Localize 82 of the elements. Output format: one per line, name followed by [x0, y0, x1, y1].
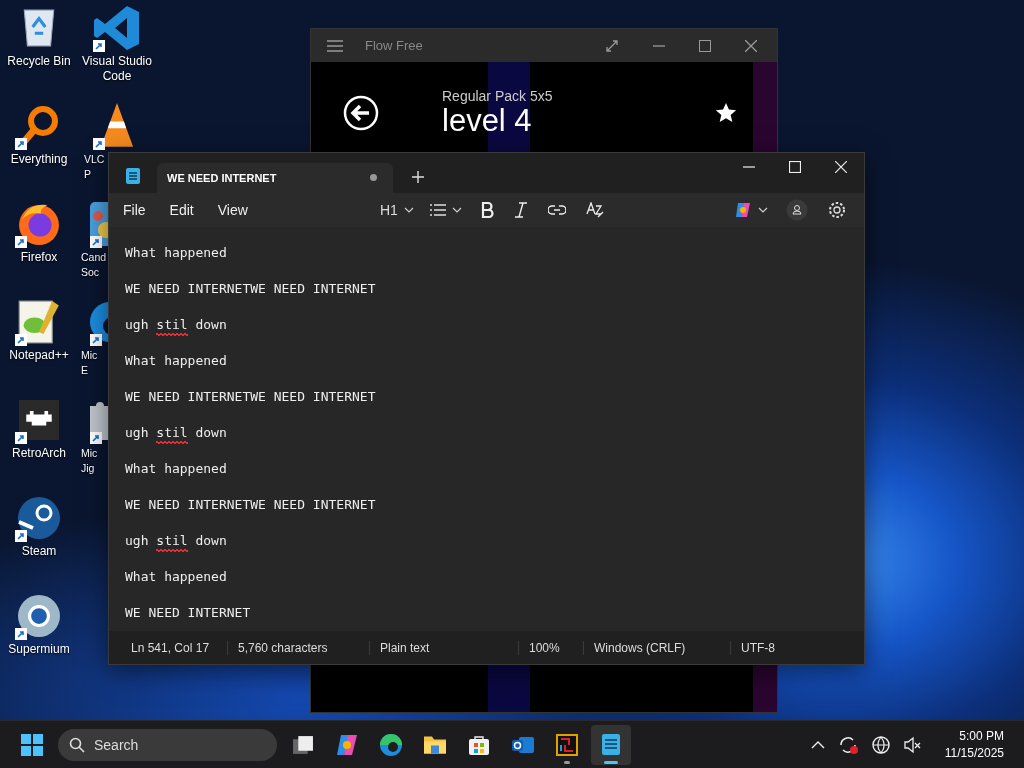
shortcut-label: Mic	[81, 348, 98, 363]
shortcut-label: Visual Studio	[82, 54, 152, 69]
text-line: WE NEED INTERNET	[125, 604, 252, 623]
document-tab[interactable]: WE NEED INTERNET	[157, 162, 393, 193]
text-line: WE NEED INTERNETWE NEED INTERNET	[125, 280, 377, 299]
notepad-icon	[602, 734, 620, 755]
shortcut-label: Recycle Bin	[7, 54, 71, 69]
text-line: ugh stil down	[125, 523, 848, 560]
status-item: UTF-8	[730, 640, 785, 655]
new-tab-icon[interactable]	[411, 169, 425, 184]
space-invader-icon[interactable]	[19, 400, 59, 440]
window-title: Flow Free	[365, 38, 423, 53]
task-view-icon	[292, 734, 314, 755]
shortcut-label: P	[84, 167, 91, 182]
shortcut-label: RetroArch	[12, 446, 66, 461]
status-item: Ln 541, Col 17	[130, 640, 211, 655]
code-editor-icon[interactable]	[93, 4, 141, 52]
text-line: What happened	[125, 568, 228, 587]
copilot-logo-icon	[336, 733, 358, 756]
speaker-muted-icon[interactable]	[902, 734, 923, 755]
bullet-list-icon	[429, 203, 446, 216]
chevron-down-icon	[758, 206, 768, 213]
store-bag-icon	[468, 734, 490, 755]
text-line: What happened	[125, 244, 228, 263]
browser-globe-icon[interactable]	[18, 595, 60, 637]
shortcut-label: Firefox	[20, 250, 58, 265]
shortcut-label: Code	[102, 69, 132, 84]
shortcut-label: Soc	[81, 265, 100, 280]
fullscreen-icon[interactable]	[605, 38, 619, 53]
menu-item[interactable]: View	[207, 197, 258, 222]
start-button-icon[interactable]	[21, 733, 43, 756]
status-item: Plain text	[369, 640, 518, 655]
copilot-logo-icon	[734, 200, 752, 219]
shortcut-label: Steam	[21, 544, 57, 559]
shortcut-label: Cand	[81, 250, 107, 265]
folder-icon	[424, 735, 446, 754]
status-item: Windows (CRLF)	[583, 640, 730, 655]
clock-date[interactable]: 11/15/2025	[944, 744, 1004, 762]
shortcut-label: E	[81, 363, 88, 378]
shortcut-label: Mic	[81, 446, 98, 461]
game-square-icon	[556, 733, 578, 756]
shortcut-label: Everything	[10, 152, 68, 167]
clear-formatting-icon[interactable]	[585, 201, 604, 218]
globe-icon[interactable]	[870, 734, 891, 755]
text-line: What happened	[125, 460, 228, 479]
shortcut-label: Supermium	[8, 642, 70, 657]
browser-wave-icon	[379, 732, 403, 757]
link-icon[interactable]	[547, 203, 566, 216]
mail-app-icon	[512, 736, 534, 753]
text-line: WE NEED INTERNETWE NEED INTERNET	[125, 388, 377, 407]
heading-dropdown[interactable]: H1	[373, 197, 420, 222]
shortcut-label: Notepad++	[9, 348, 69, 363]
menu-item[interactable]: Edit	[159, 197, 204, 222]
status-item: 5,760 characters	[227, 640, 369, 655]
bold-icon[interactable]	[479, 201, 494, 218]
settings-icon[interactable]	[828, 200, 846, 219]
chevron-up-icon[interactable]	[810, 739, 825, 750]
text-line: ugh stil down	[125, 415, 848, 452]
search-icon	[69, 736, 85, 753]
notepad-chameleon-icon[interactable]	[18, 300, 60, 344]
shortcut-label: VLC	[84, 152, 105, 167]
pack-name: Regular Pack 5x5	[442, 88, 553, 104]
steam-logo-icon[interactable]	[18, 497, 60, 539]
text-line: ugh stil down	[125, 307, 848, 344]
fox-globe-icon[interactable]	[18, 203, 60, 245]
chevron-down-icon	[451, 206, 462, 213]
chevron-down-icon	[403, 206, 414, 213]
menu-item[interactable]: File	[113, 197, 156, 222]
shortcut-label: Jig	[81, 461, 95, 476]
account-icon[interactable]	[786, 198, 808, 221]
clock-time[interactable]: 5:00 PM	[959, 727, 1004, 745]
taskbar-app[interactable]	[591, 724, 631, 765]
italic-icon[interactable]	[513, 201, 528, 218]
recycle-bin-icon[interactable]	[22, 8, 56, 48]
status-item: 100%	[518, 640, 583, 655]
notepad-icon	[125, 166, 141, 185]
star-icon	[715, 102, 737, 124]
text-line: WE NEED INTERNETWE NEED INTERNET	[125, 496, 377, 515]
search-field[interactable]: Search	[58, 728, 277, 761]
menu-icon[interactable]	[327, 39, 343, 52]
text-line: What happened	[125, 352, 228, 371]
level-title: level 4	[442, 104, 532, 138]
